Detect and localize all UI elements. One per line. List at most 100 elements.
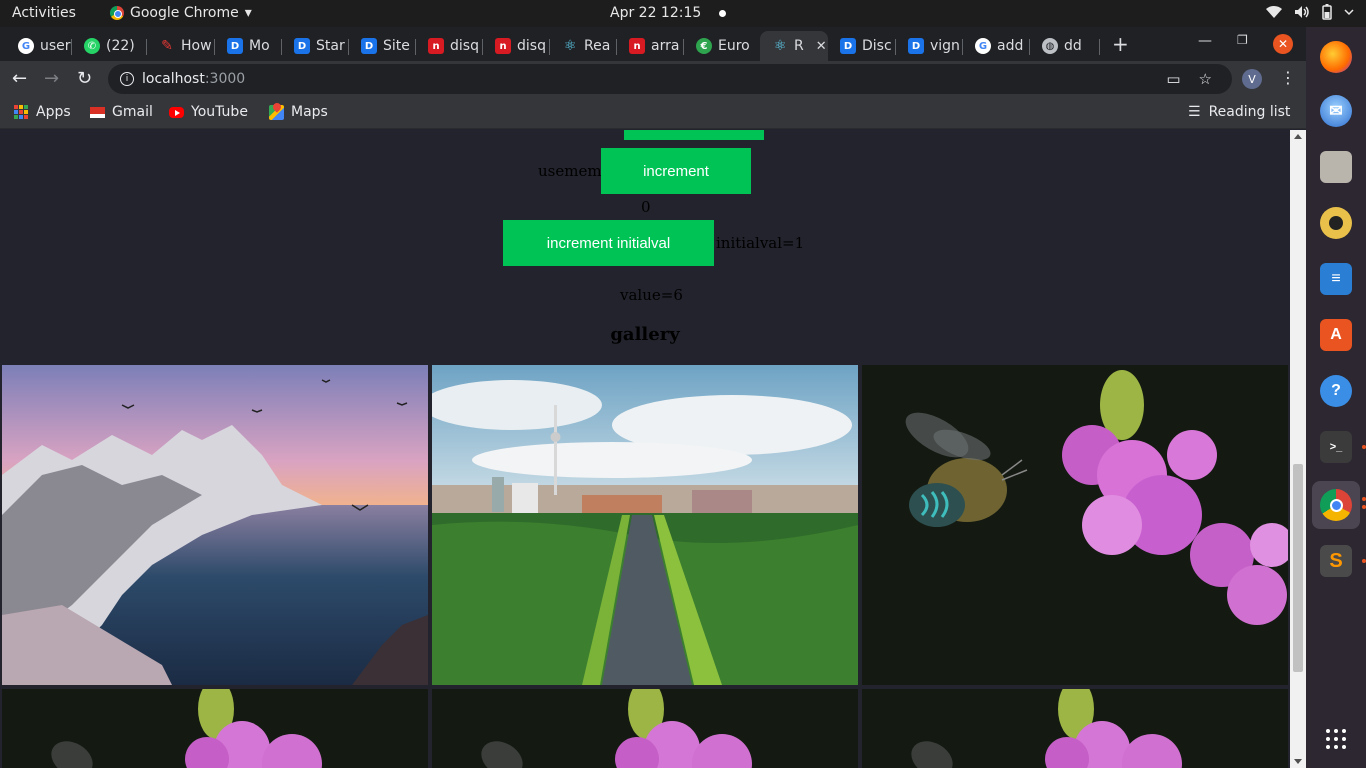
- tab-user[interactable]: Guser: [6, 31, 72, 61]
- chrome-icon: [110, 6, 124, 20]
- increment-initialval-button[interactable]: increment initialval: [503, 220, 714, 266]
- thunderbird-icon[interactable]: ✉: [1320, 95, 1352, 127]
- scroll-up-icon[interactable]: [1294, 134, 1302, 139]
- running-indicator-icon: [1362, 559, 1366, 563]
- google-icon: G: [975, 38, 991, 54]
- reading-list-button[interactable]: ☰ Reading list: [1188, 104, 1290, 120]
- page-scrollbar[interactable]: [1290, 130, 1306, 768]
- show-apps-icon[interactable]: [1320, 723, 1352, 755]
- wifi-icon: [1266, 5, 1282, 19]
- whatsapp-icon: ✆: [84, 38, 100, 54]
- firefox-icon[interactable]: [1320, 41, 1352, 73]
- maps-icon: [269, 104, 284, 120]
- rhythmbox-icon[interactable]: [1320, 207, 1352, 239]
- maximize-button[interactable]: ❐: [1237, 33, 1248, 47]
- increment-button[interactable]: increment: [601, 148, 751, 194]
- site-info-icon[interactable]: i: [120, 72, 134, 86]
- tab-site[interactable]: D Site: [349, 31, 416, 61]
- new-tab-button[interactable]: +: [1112, 32, 1129, 56]
- gallery-image-bee-flower-3[interactable]: [432, 689, 858, 768]
- reading-list-icon: ☰: [1188, 104, 1201, 120]
- bookmark-gmail[interactable]: Gmail: [90, 104, 153, 120]
- scrollbar-thumb[interactable]: [1293, 464, 1303, 672]
- forward-button[interactable]: →: [44, 68, 59, 89]
- initialval-text: initialval=1: [716, 234, 805, 252]
- minimize-button[interactable]: —: [1198, 33, 1212, 49]
- sublime-icon[interactable]: S: [1320, 545, 1352, 577]
- reading-list-label: Reading list: [1208, 104, 1291, 120]
- tab-star[interactable]: D Star: [282, 31, 349, 61]
- dev-icon: D: [840, 38, 856, 54]
- files-icon[interactable]: [1320, 151, 1352, 183]
- power-icon: [1344, 9, 1354, 16]
- running-indicator-icon: [1362, 445, 1366, 449]
- bookmark-label: Apps: [36, 104, 71, 120]
- tab-arra[interactable]: n arra: [617, 31, 684, 61]
- bookmark-label: YouTube: [191, 104, 248, 120]
- chrome-dock-icon[interactable]: [1312, 481, 1360, 529]
- tab-disq-1[interactable]: n disq: [416, 31, 483, 61]
- apps-icon: [14, 104, 29, 120]
- tab-how[interactable]: ✎ How: [147, 31, 215, 61]
- tab-label: Euro: [718, 38, 750, 54]
- battery-icon: [1322, 4, 1332, 20]
- gallery-heading: gallery: [610, 324, 680, 345]
- close-tab-icon[interactable]: ✕: [816, 39, 827, 54]
- euro-icon: €: [696, 38, 712, 54]
- gallery-image-berlin-city[interactable]: [432, 365, 858, 685]
- system-menu[interactable]: [1266, 4, 1354, 20]
- youtube-icon: [169, 106, 184, 118]
- bookmark-apps[interactable]: Apps: [14, 104, 71, 120]
- bookmark-star-icon[interactable]: ☆: [1199, 70, 1212, 88]
- gallery-image-bee-flower-4[interactable]: [862, 689, 1288, 768]
- reload-button[interactable]: ↻: [77, 68, 92, 89]
- tab-whatsapp[interactable]: ✆ (22): [72, 31, 147, 61]
- tab-vign[interactable]: Dvign: [896, 31, 963, 61]
- bookmark-youtube[interactable]: YouTube: [169, 104, 248, 120]
- running-indicator-icon: [1362, 497, 1366, 501]
- cast-icon[interactable]: ▭: [1166, 70, 1180, 88]
- help-icon[interactable]: ?: [1320, 375, 1352, 407]
- scroll-down-icon[interactable]: [1294, 759, 1302, 764]
- browser-toolbar: ← → ↻ i localhost:3000 ▭ ☆ V ⋮: [0, 61, 1306, 97]
- gallery-image-mountain-coast[interactable]: [2, 365, 428, 685]
- tab-rea[interactable]: ⚛ Rea: [550, 31, 617, 61]
- url-host: localhost: [142, 71, 205, 87]
- tab-mo[interactable]: D Mo: [215, 31, 282, 61]
- tab-label: Mo: [249, 38, 270, 54]
- google-icon: G: [18, 38, 34, 54]
- tab-active-r[interactable]: ⚛ R ✕: [760, 31, 828, 61]
- tab-strip: Guser ✆ (22) ✎ How D Mo D Star D Site n disq n…: [0, 27, 1306, 61]
- software-icon[interactable]: A: [1320, 319, 1352, 351]
- tab-label: How: [181, 38, 212, 54]
- bookmark-label: Gmail: [112, 104, 153, 120]
- app-menu[interactable]: Google Chrome ▾: [110, 5, 252, 21]
- chrome-menu-icon[interactable]: ⋮: [1280, 68, 1296, 87]
- clock[interactable]: Apr 22 12:15: [610, 5, 727, 21]
- netlify-icon: n: [428, 38, 444, 54]
- tab-disq-2[interactable]: n disq: [483, 31, 550, 61]
- terminal-icon[interactable]: >_: [1320, 431, 1352, 463]
- address-bar[interactable]: i localhost:3000 ▭ ☆: [108, 64, 1232, 94]
- tab-dd[interactable]: ◍ dd: [1030, 31, 1100, 61]
- ubuntu-dock: ✉ ≡ A ? >_ S: [1306, 27, 1366, 768]
- globe-icon: ◍: [1042, 38, 1058, 54]
- gallery-image-bee-flower[interactable]: [862, 365, 1288, 685]
- writer-icon[interactable]: ≡: [1320, 263, 1352, 295]
- gallery-image-bee-flower-2[interactable]: [2, 689, 428, 768]
- profile-avatar[interactable]: V: [1242, 69, 1262, 89]
- tab-disc[interactable]: D Disc: [828, 31, 896, 61]
- activities-button[interactable]: Activities: [12, 5, 76, 21]
- scrolled-off-button[interactable]: [624, 130, 764, 140]
- tab-euro[interactable]: € Euro: [684, 31, 754, 61]
- page-viewport: usememo increment 0 increment initialval…: [0, 130, 1290, 768]
- dev-icon: D: [361, 38, 377, 54]
- tab-add[interactable]: Gadd: [963, 31, 1030, 61]
- tab-label: arra: [651, 38, 680, 54]
- bookmark-maps[interactable]: Maps: [269, 104, 328, 120]
- volume-icon: [1295, 6, 1309, 18]
- close-window-button[interactable]: ✕: [1273, 34, 1293, 54]
- back-button[interactable]: ←: [12, 68, 27, 89]
- chevron-down-icon: ▾: [244, 5, 252, 21]
- tab-label: Disc: [862, 38, 892, 54]
